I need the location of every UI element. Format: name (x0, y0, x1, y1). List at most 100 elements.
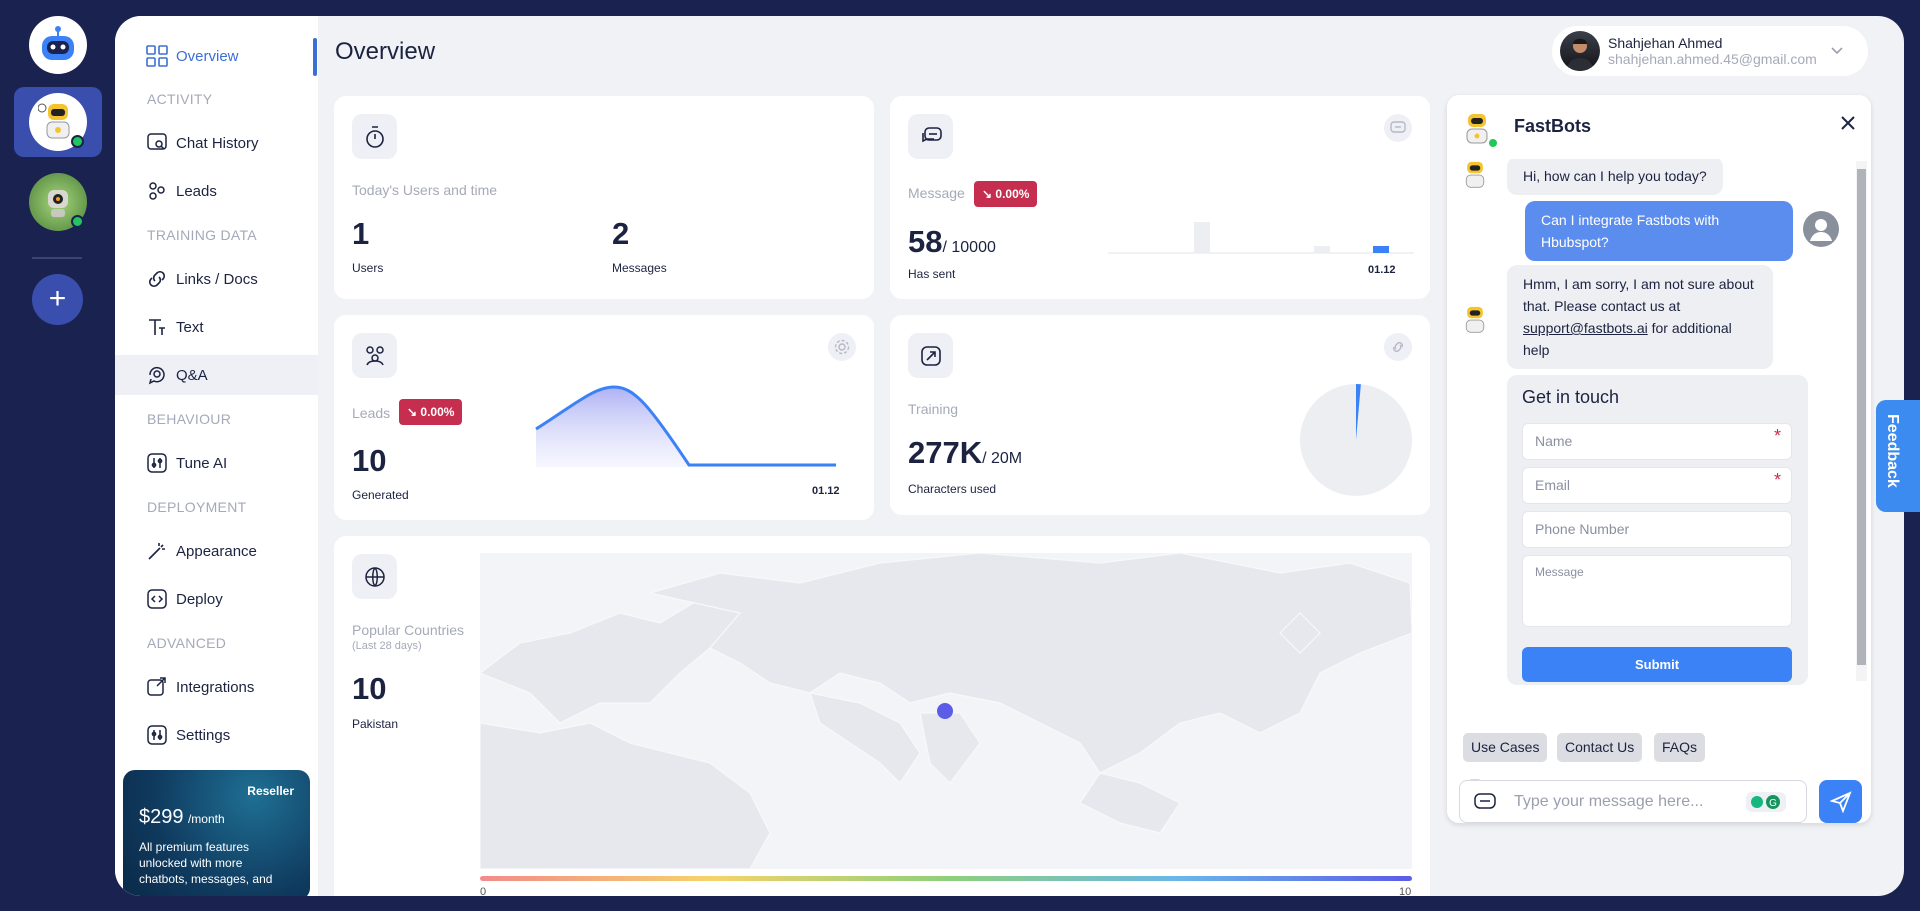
users-card: Today's Users and time 1 Users 2 Message… (334, 96, 874, 299)
bot-avatar-icon (1465, 306, 1485, 333)
section-deployment: DEPLOYMENT (147, 499, 247, 515)
main-panel: Overview ACTIVITY Chat History Leads TRA… (115, 16, 1904, 896)
message-placeholder: Message (1535, 565, 1584, 579)
message-total: / 10000 (942, 239, 996, 256)
sidebar-item-label: Q&A (176, 366, 208, 384)
quick-reply-chip[interactable]: Contact Us (1557, 733, 1643, 762)
message-sub-label: Has sent (908, 267, 956, 281)
close-icon[interactable] (1841, 116, 1855, 135)
sidebar-item-label: Text (176, 318, 204, 336)
training-card: Training 277K/ 20M Characters used (890, 315, 1430, 515)
name-field[interactable]: Name * (1522, 423, 1792, 460)
sidebar-item-leads[interactable]: Leads (115, 171, 318, 211)
scrollbar-thumb[interactable] (1857, 169, 1866, 665)
sidebar-item-label: Overview (176, 47, 239, 65)
scale-max-label: 10 (1399, 886, 1412, 896)
title-accent (313, 38, 317, 76)
add-bot-button[interactable]: + (32, 274, 83, 325)
app-logo[interactable] (29, 16, 87, 74)
grammarly-icon[interactable]: G (1746, 792, 1786, 812)
sidebar-item-settings[interactable]: Settings (115, 715, 318, 755)
contact-form: Get in touch Name * Email * Phone Number M… (1507, 375, 1808, 685)
countries-label: Popular Countries (352, 622, 465, 638)
world-map[interactable] (480, 553, 1412, 869)
training-pie-chart (1300, 384, 1412, 496)
chevron-down-icon (1831, 42, 1843, 60)
sidebar-item-appearance[interactable]: Appearance (115, 531, 318, 571)
training-card-label: Training (908, 401, 959, 417)
quick-reply-chip[interactable]: Use Cases (1463, 733, 1548, 762)
sidebar-item-label: Integrations (176, 678, 255, 696)
people-icon (146, 180, 168, 202)
countries-card: Popular Countries (Last 28 days) 10 Paki… (334, 536, 1430, 896)
message-value: 58 (908, 224, 943, 259)
required-asterisk: * (1773, 426, 1781, 446)
required-asterisk: * (1773, 470, 1781, 490)
chart-bar (1194, 222, 1210, 253)
message-input[interactable]: Type your message here... G (1459, 780, 1807, 823)
user-email: shahjehan.ahmed.45@gmail.com (1608, 51, 1817, 67)
chart-bar (1314, 246, 1330, 253)
grid-icon (146, 45, 168, 67)
chart-bar (1373, 246, 1389, 253)
robot-avatar-icon (48, 190, 68, 217)
link-icon[interactable] (1384, 333, 1412, 361)
chat-search-icon (146, 132, 168, 154)
message-date-tick: 01.12 (1368, 264, 1396, 276)
online-indicator (1487, 137, 1499, 149)
sidebar-item-text[interactable]: Text (115, 307, 318, 347)
send-button[interactable] (1819, 780, 1862, 823)
quick-reply-chip[interactable]: FAQs (1654, 733, 1706, 762)
feedback-label: Feedback (1884, 414, 1901, 488)
link-icon (146, 268, 168, 290)
support-email-link[interactable]: support@fastbots.ai (1523, 320, 1648, 336)
messages-label: Messages (612, 261, 667, 275)
rail-divider (32, 257, 82, 259)
bot-message-text: Hmm, I am sorry, I am not sure about tha… (1523, 276, 1754, 314)
reseller-promo[interactable]: Reseller $299 /month All premium feature… (123, 770, 310, 896)
name-placeholder: Name (1535, 433, 1573, 449)
bot-message: Hi, how can I help you today? (1507, 159, 1723, 195)
sidebar-item-links-docs[interactable]: Links / Docs (115, 259, 318, 299)
user-menu[interactable]: Shahjehan Ahmed shahjehan.ahmed.45@gmail… (1552, 26, 1868, 76)
sidebar-item-qa[interactable]: Q&A (115, 355, 318, 395)
sidebar-item-integrations[interactable]: Integrations (115, 667, 318, 707)
external-link-icon (146, 676, 168, 698)
world-map-shapes (480, 553, 1412, 869)
send-icon (1830, 791, 1852, 813)
sidebar-item-overview[interactable]: Overview (115, 36, 318, 76)
sidebar-item-chat-history[interactable]: Chat History (115, 123, 318, 163)
sidebar-item-label: Links / Docs (176, 270, 258, 288)
sidebar-item-tune-ai[interactable]: Tune AI (115, 443, 318, 483)
online-indicator (71, 135, 84, 148)
chat-messages[interactable]: Hi, how can I help you today? Can I inte… (1461, 159, 1867, 804)
sidebar-item-deploy[interactable]: Deploy (115, 579, 318, 619)
robot-logo-icon (42, 26, 74, 60)
magic-wand-icon (146, 540, 168, 562)
gear-icon[interactable] (828, 333, 856, 361)
bot-rail: + (0, 0, 114, 911)
promo-description: All premium features unlocked with more … (139, 840, 273, 886)
feedback-tab[interactable]: Feedback (1876, 400, 1920, 512)
user-avatar-icon (1803, 211, 1839, 247)
message-field[interactable]: Message (1522, 555, 1792, 627)
training-total: / 20M (982, 450, 1023, 467)
sidebar-item-label: Deploy (176, 590, 223, 608)
submit-button[interactable]: Submit (1522, 647, 1792, 682)
leads-value: 10 (352, 443, 387, 478)
leads-area-chart (535, 385, 836, 467)
chat-scrollbar[interactable] (1856, 161, 1867, 681)
chat-bubble-icon (1474, 792, 1496, 817)
stopwatch-icon (352, 114, 397, 159)
message-change-badge: ↘ 0.00% (974, 181, 1038, 207)
chat-corner-icon[interactable] (1384, 114, 1412, 142)
chat-title: FastBots (1514, 116, 1592, 136)
messages-value: 2 (612, 216, 630, 251)
email-placeholder: Email (1535, 477, 1571, 493)
phone-field[interactable]: Phone Number (1522, 511, 1792, 548)
scale-min-label: 0 (480, 886, 487, 896)
email-field[interactable]: Email * (1522, 467, 1792, 504)
leads-change-badge: ↘ 0.00% (399, 399, 463, 425)
section-training-data: TRAINING DATA (147, 227, 257, 243)
chat-bubbles-icon (908, 114, 953, 159)
